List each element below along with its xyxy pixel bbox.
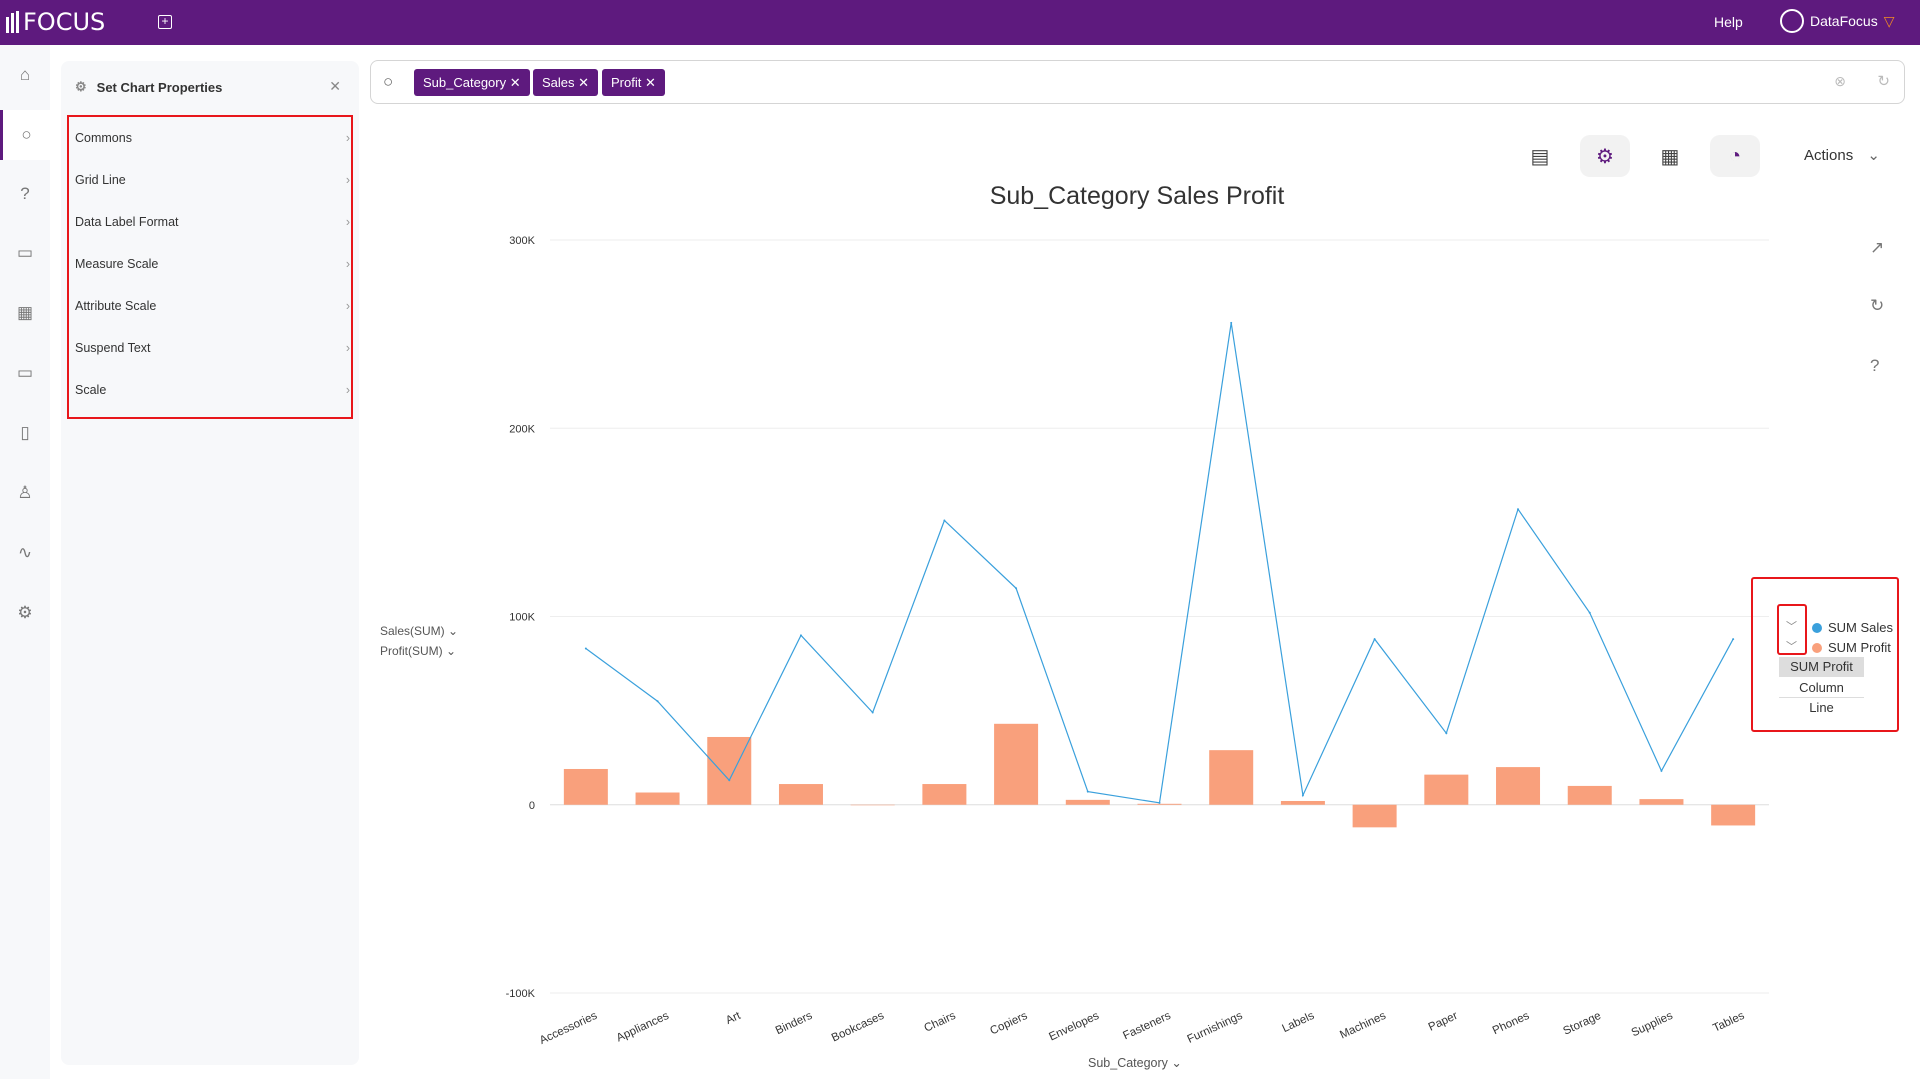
sales-point [1015, 587, 1018, 590]
x-tick-label: Copiers [988, 1010, 1029, 1038]
y-tick-label: 100K [509, 612, 535, 624]
sales-point [871, 711, 874, 714]
sales-point [656, 700, 659, 703]
profit-bar [1639, 799, 1684, 805]
x-tick-label: Paper [1427, 1010, 1460, 1034]
legend-item-sales[interactable]: SUM Sales [1812, 620, 1893, 635]
x-tick-label: Appliances [615, 1010, 671, 1045]
profit-bar [1496, 767, 1541, 805]
x-tick-label: Furnishings [1186, 1010, 1245, 1046]
sales-point [584, 647, 587, 650]
sales-point [799, 634, 802, 637]
sales-point [1445, 732, 1448, 735]
sales-point [1086, 790, 1089, 793]
x-axis-label[interactable]: Sub_Category ⌄ [1088, 1055, 1182, 1070]
profit-bar [1711, 804, 1756, 826]
sales-axis-selector[interactable]: Sales(SUM) ⌄ [380, 624, 458, 638]
sales-point [1158, 801, 1161, 804]
profit-bar [994, 723, 1039, 805]
x-tick-label: Phones [1491, 1010, 1532, 1037]
x-tick-label: Fasteners [1121, 1010, 1173, 1043]
profit-axis-selector[interactable]: Profit(SUM) ⌄ [380, 644, 456, 658]
sales-point [1660, 769, 1663, 772]
sales-point [728, 779, 731, 782]
profit-bar [563, 768, 608, 805]
y-tick-label: 0 [529, 800, 535, 812]
x-tick-label: Supplies [1630, 1010, 1675, 1040]
x-tick-label: Storage [1561, 1010, 1603, 1038]
profit-bar [850, 804, 895, 806]
sales-point [1588, 611, 1591, 614]
x-tick-label: Art [724, 1010, 743, 1027]
legend-item-profit[interactable]: SUM Profit [1812, 640, 1891, 655]
x-tick-label: Labels [1280, 1010, 1316, 1035]
dropdown-option-line[interactable]: Line [1779, 698, 1864, 718]
profit-bar [1280, 800, 1325, 805]
profit-bar [1137, 803, 1182, 805]
profit-bar [1567, 785, 1612, 805]
profit-bar [1065, 799, 1110, 805]
sales-point [1517, 508, 1520, 511]
x-tick-label: Chairs [922, 1010, 957, 1035]
x-tick-label: Machines [1338, 1010, 1388, 1042]
y-tick-label: 200K [509, 423, 535, 435]
dropdown-selected: SUM Profit [1779, 657, 1864, 677]
chevron-down-icon[interactable]: ﹀ [1786, 618, 1797, 634]
sales-point [1230, 321, 1233, 324]
y-tick-label: -100K [506, 988, 536, 1000]
profit-bar [707, 736, 752, 805]
y-tick-label: 300K [509, 235, 535, 247]
profit-bar [922, 784, 967, 805]
profit-bar [778, 784, 823, 805]
profit-bar [1424, 774, 1469, 805]
sales-point [1301, 794, 1304, 797]
sales-point [1732, 638, 1735, 641]
profit-bar [1209, 750, 1254, 805]
x-tick-label: Binders [774, 1010, 815, 1037]
profit-bar [635, 792, 680, 805]
sales-line [585, 322, 1734, 804]
sales-point [943, 519, 946, 522]
x-tick-label: Accessories [538, 1010, 599, 1047]
profit-bar [1352, 804, 1397, 828]
chevron-down-icon[interactable]: ﹀ [1786, 638, 1797, 654]
chart: 300K 200K 100K 0 -100KAccessories Appliances A… [506, 235, 1769, 1047]
x-tick-label: Bookcases [830, 1010, 886, 1045]
x-tick-label: Tables [1711, 1010, 1746, 1035]
dropdown-option-column[interactable]: Column [1779, 678, 1864, 698]
x-tick-label: Envelopes [1047, 1010, 1101, 1044]
sales-point [1373, 638, 1376, 641]
